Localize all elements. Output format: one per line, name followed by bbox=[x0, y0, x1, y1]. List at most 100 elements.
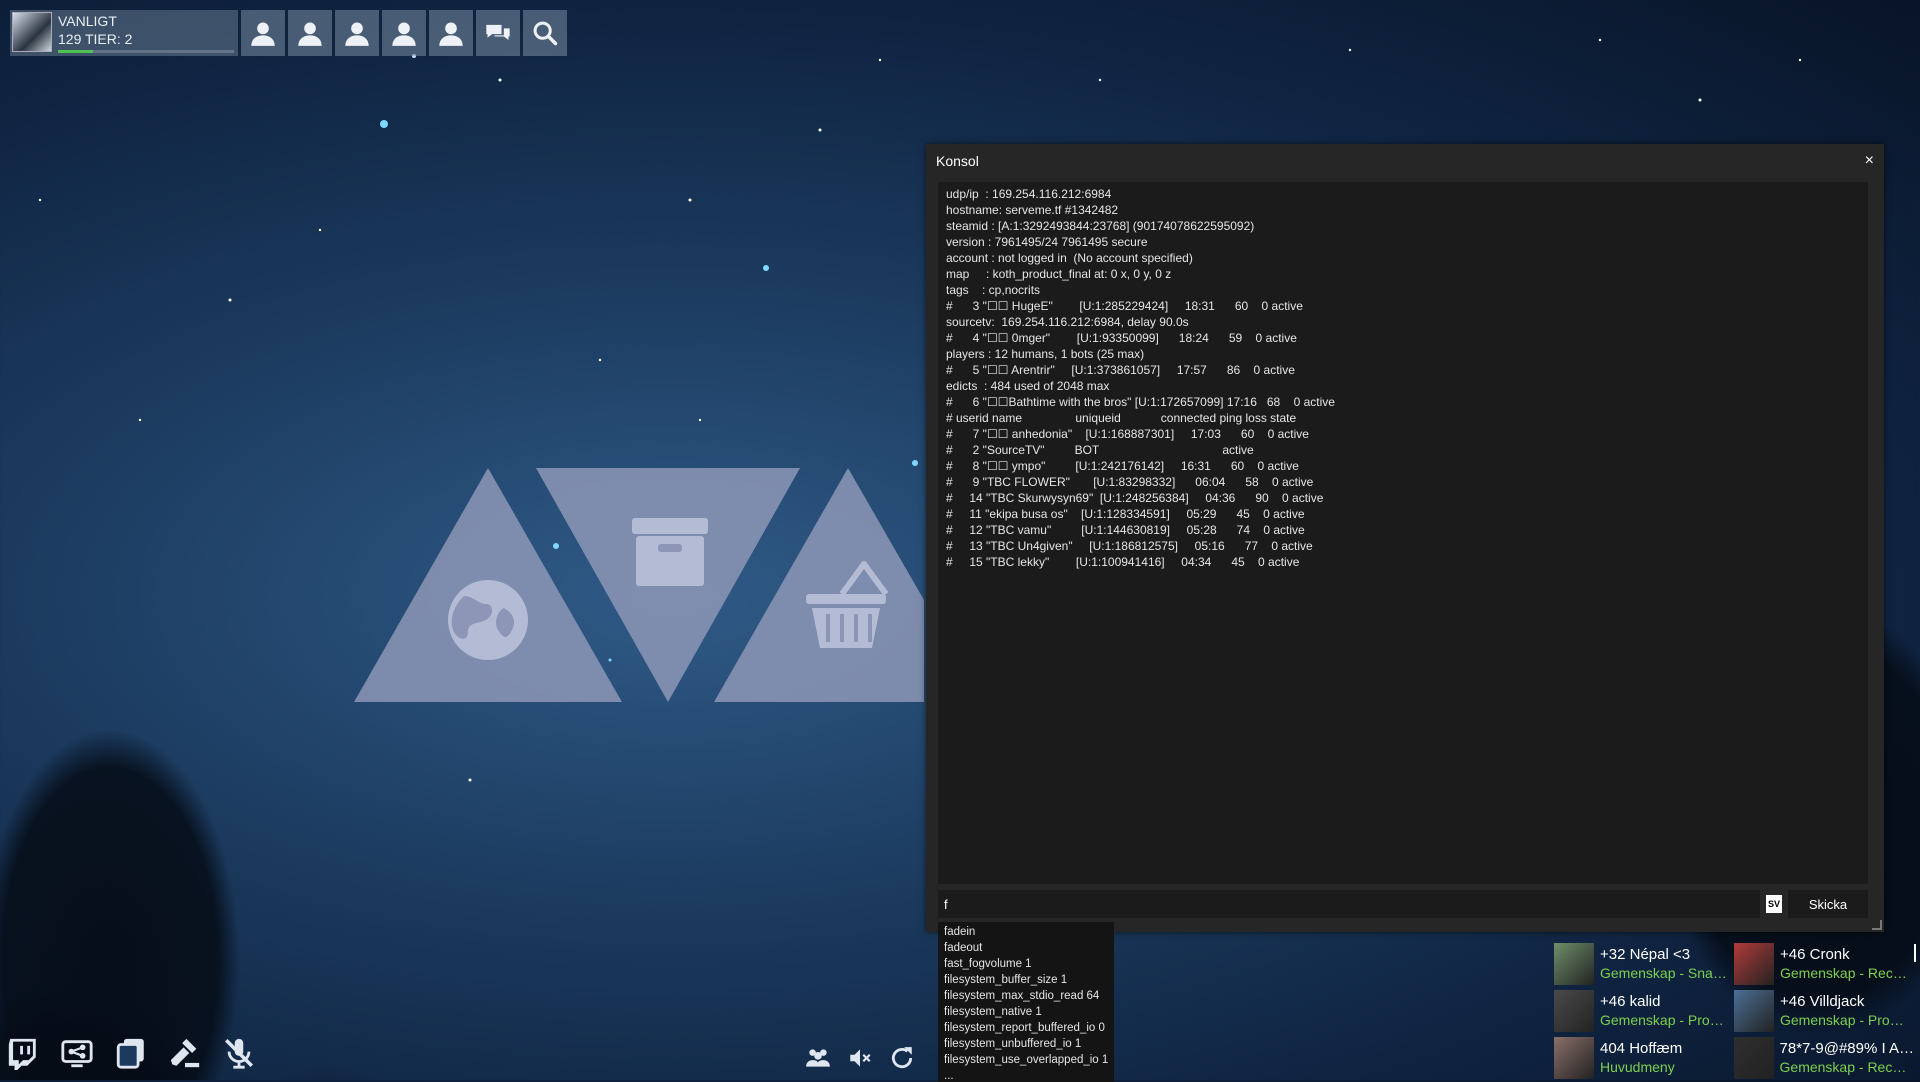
profile-card[interactable]: VANLIGT 129 TIER: 2 bbox=[10, 10, 238, 56]
server-browser-button[interactable] bbox=[58, 1034, 96, 1072]
console-command-input[interactable] bbox=[938, 890, 1760, 918]
console-line: hostname: serveme.tf #1342482 bbox=[946, 203, 1119, 217]
console-window: Konsol × udp/ip : 169.254.116.212:6984 ho… bbox=[926, 144, 1884, 932]
autocomplete-item[interactable]: filesystem_max_stdio_read 64 bbox=[944, 988, 1108, 1004]
console-line: # 12 "TBC vamu" [U:1:144630819] 05:28 74… bbox=[946, 523, 1305, 537]
console-line: # 11 "ekipa busa os" [U:1:128334591] 05:… bbox=[946, 507, 1305, 521]
autocomplete-item[interactable]: fast_fogvolume 1 bbox=[944, 956, 1108, 972]
friend-icon bbox=[298, 22, 322, 46]
console-line: sourcetv: 169.254.116.212:6984, delay 90… bbox=[946, 315, 1189, 329]
report-button[interactable] bbox=[166, 1034, 204, 1072]
copy-button[interactable] bbox=[112, 1034, 150, 1072]
chat-icon bbox=[486, 24, 510, 40]
group-icon bbox=[806, 1049, 830, 1067]
friend-slot-3-button[interactable] bbox=[335, 10, 379, 56]
mute-sound-button[interactable] bbox=[846, 1044, 874, 1072]
autocomplete-item[interactable]: filesystem_native 1 bbox=[944, 1004, 1108, 1020]
friend-activity-item[interactable]: 78*7-9@#89% I A… Gemenskap - Rec… bbox=[1734, 1036, 1914, 1080]
autocomplete-item[interactable]: filesystem_buffer_size 1 bbox=[944, 972, 1108, 988]
friend-icon bbox=[439, 22, 463, 46]
console-line: # 9 "TBC FLOWER" [U:1:83298332] 06:04 58… bbox=[946, 475, 1314, 489]
friend-icon bbox=[251, 22, 275, 46]
avatar bbox=[1734, 990, 1774, 1032]
friend-activity-item[interactable]: +46 kalid Gemenskap - Proc… bbox=[1554, 989, 1734, 1033]
console-title: Konsol bbox=[936, 153, 979, 169]
archive-box-icon bbox=[632, 518, 708, 586]
friend-slot-4-button[interactable] bbox=[382, 10, 426, 56]
refresh-icon bbox=[891, 1047, 913, 1069]
autocomplete-item[interactable]: filesystem_unbuffered_io 1 bbox=[944, 1036, 1108, 1052]
friend-slot-1-button[interactable] bbox=[241, 10, 285, 56]
console-line: # 8 "☐☐ ympo" [U:1:242176142] 16:31 60 0… bbox=[946, 459, 1299, 473]
mute-mic-button[interactable] bbox=[220, 1034, 258, 1072]
autocomplete-list: fadein fadeout fast_fogvolume 1 filesystem_… bbox=[938, 922, 1114, 1082]
friend-status: Gemenskap - Snak… bbox=[1600, 965, 1728, 981]
bottom-mid-toolbar bbox=[804, 1044, 916, 1072]
autocomplete-item[interactable]: fadein bbox=[944, 924, 1108, 940]
console-line: # 14 "TBC Skurwysyn69" [U:1:248256384] 0… bbox=[946, 491, 1324, 505]
xp-progress-fill bbox=[58, 50, 94, 53]
console-line: account : not logged in (No account spec… bbox=[946, 251, 1193, 265]
avatar bbox=[1554, 990, 1594, 1032]
avatar[interactable] bbox=[12, 12, 52, 52]
friend-activity-item[interactable]: +46 Villdjack Gemenskap - Proc… bbox=[1734, 989, 1914, 1033]
console-line: players : 12 humans, 1 bots (25 max) bbox=[946, 347, 1145, 361]
friend-name: +46 kalid bbox=[1600, 993, 1661, 1010]
friend-name: +32 Népal <3 bbox=[1600, 946, 1691, 963]
twitch-button[interactable] bbox=[4, 1034, 42, 1072]
autocomplete-item[interactable]: fadeout bbox=[944, 940, 1108, 956]
autocomplete-item[interactable]: filesystem_report_buffered_io 0 bbox=[944, 1020, 1108, 1036]
console-line: # 7 "☐☐ anhedonia" [U:1:168887301] 17:03… bbox=[946, 427, 1309, 441]
avatar bbox=[1554, 943, 1594, 985]
console-line: # 6 "☐☐Bathtime with the bros" [U:1:1726… bbox=[946, 395, 1335, 409]
console-line: map : koth_product_final at: 0 x, 0 y, 0… bbox=[946, 267, 1172, 281]
search-icon bbox=[533, 21, 558, 46]
search-button[interactable] bbox=[523, 10, 567, 56]
language-badge: SV bbox=[1766, 895, 1782, 913]
friend-activity-item[interactable]: +32 Népal <3 Gemenskap - Snak… bbox=[1554, 942, 1734, 986]
console-line: # 4 "☐☐ 0mger" [U:1:93350099] 18:24 59 0… bbox=[946, 331, 1297, 345]
friend-icon bbox=[345, 22, 369, 46]
friend-icon bbox=[392, 22, 416, 46]
xp-progress-bar bbox=[58, 50, 234, 53]
chat-button[interactable] bbox=[476, 10, 520, 56]
refresh-button[interactable] bbox=[888, 1044, 916, 1072]
console-output[interactable]: udp/ip : 169.254.116.212:6984 hostname: s… bbox=[938, 182, 1868, 884]
console-line: tags : cp,nocrits bbox=[946, 283, 1041, 297]
friend-activity-item[interactable]: +46 Cronk Gemenskap - Rec… bbox=[1734, 942, 1914, 986]
friend-status: Huvudmeny bbox=[1600, 1059, 1675, 1075]
resize-grip-icon[interactable] bbox=[1872, 920, 1882, 930]
avatar bbox=[1734, 1037, 1774, 1079]
friend-slot-2-button[interactable] bbox=[288, 10, 332, 56]
close-icon[interactable]: × bbox=[1865, 152, 1874, 170]
mic-muted-icon bbox=[224, 1038, 254, 1069]
speaker-muted-icon bbox=[850, 1049, 871, 1067]
avatar bbox=[1734, 943, 1774, 985]
friend-name: +46 Cronk bbox=[1780, 946, 1850, 963]
friend-status: Gemenskap - Rec… bbox=[1779, 1059, 1907, 1075]
console-titlebar[interactable]: Konsol × bbox=[926, 144, 1884, 178]
text-cursor bbox=[1914, 944, 1916, 962]
friend-slot-5-button[interactable] bbox=[429, 10, 473, 56]
network-icon bbox=[61, 1040, 93, 1068]
friend-name: 404 Hoffæm bbox=[1600, 1040, 1683, 1057]
console-line: edicts : 484 used of 2048 max bbox=[946, 379, 1110, 393]
profile-tier: 129 TIER: 2 bbox=[58, 31, 133, 47]
top-bar: VANLIGT 129 TIER: 2 bbox=[10, 10, 567, 56]
autocomplete-item[interactable]: filesystem_use_overlapped_io 1 bbox=[944, 1052, 1108, 1068]
send-button[interactable]: Skicka bbox=[1788, 890, 1868, 918]
twitch-icon bbox=[8, 1038, 36, 1070]
console-line: # 2 "SourceTV" BOT active bbox=[946, 443, 1254, 457]
friend-status: Gemenskap - Proc… bbox=[1780, 1012, 1908, 1028]
console-input-row: SV Skicka bbox=[938, 890, 1868, 918]
profile-name: VANLIGT bbox=[58, 13, 117, 29]
main-menu-triangles bbox=[354, 468, 924, 702]
copy-icon bbox=[116, 1038, 144, 1069]
friend-status: Gemenskap - Proc… bbox=[1600, 1012, 1728, 1028]
friend-activity-item[interactable]: 404 Hoffæm Huvudmeny bbox=[1554, 1036, 1734, 1080]
friend-name: +46 Villdjack bbox=[1780, 993, 1865, 1010]
console-line: # userid name uniqueid connected ping lo… bbox=[946, 411, 1297, 425]
party-button[interactable] bbox=[804, 1044, 832, 1072]
friend-status: Gemenskap - Rec… bbox=[1780, 965, 1907, 981]
bottom-left-toolbar bbox=[4, 1034, 258, 1072]
